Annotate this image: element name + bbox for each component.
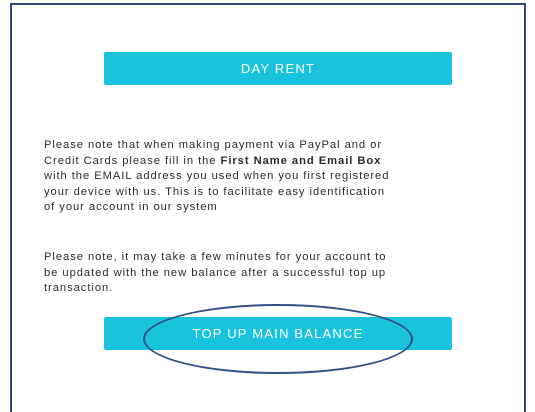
notice-line-2: be updated with the new balance after a … bbox=[44, 266, 387, 279]
top-up-main-balance-button[interactable]: TOP UP MAIN BALANCE bbox=[104, 317, 452, 350]
instructions-line-1: Please note that when making payment via… bbox=[44, 139, 382, 151]
instructions-line-2: Credit Cards please fill in the bbox=[44, 154, 221, 167]
notice-line-3: transaction. bbox=[44, 282, 114, 295]
day-rent-button[interactable]: DAY RENT bbox=[104, 52, 452, 85]
top-up-button-label: TOP UP MAIN BALANCE bbox=[192, 326, 364, 341]
instructions-line-5: of your account in our system bbox=[44, 201, 218, 214]
instructions-highlight: First Name and Email Box bbox=[220, 154, 382, 167]
instructions-line-4: your device with us. This is to facilita… bbox=[44, 185, 386, 198]
instructions-line-3: with the EMAIL address you used when you… bbox=[44, 170, 390, 183]
balance-update-notice: Please note, it may take a few minutes f… bbox=[44, 250, 514, 297]
notice-line-1: Please note, it may take a few minutes f… bbox=[44, 251, 387, 263]
payment-instructions: Please note that when making payment via… bbox=[44, 138, 514, 216]
day-rent-button-label: DAY RENT bbox=[240, 61, 316, 76]
